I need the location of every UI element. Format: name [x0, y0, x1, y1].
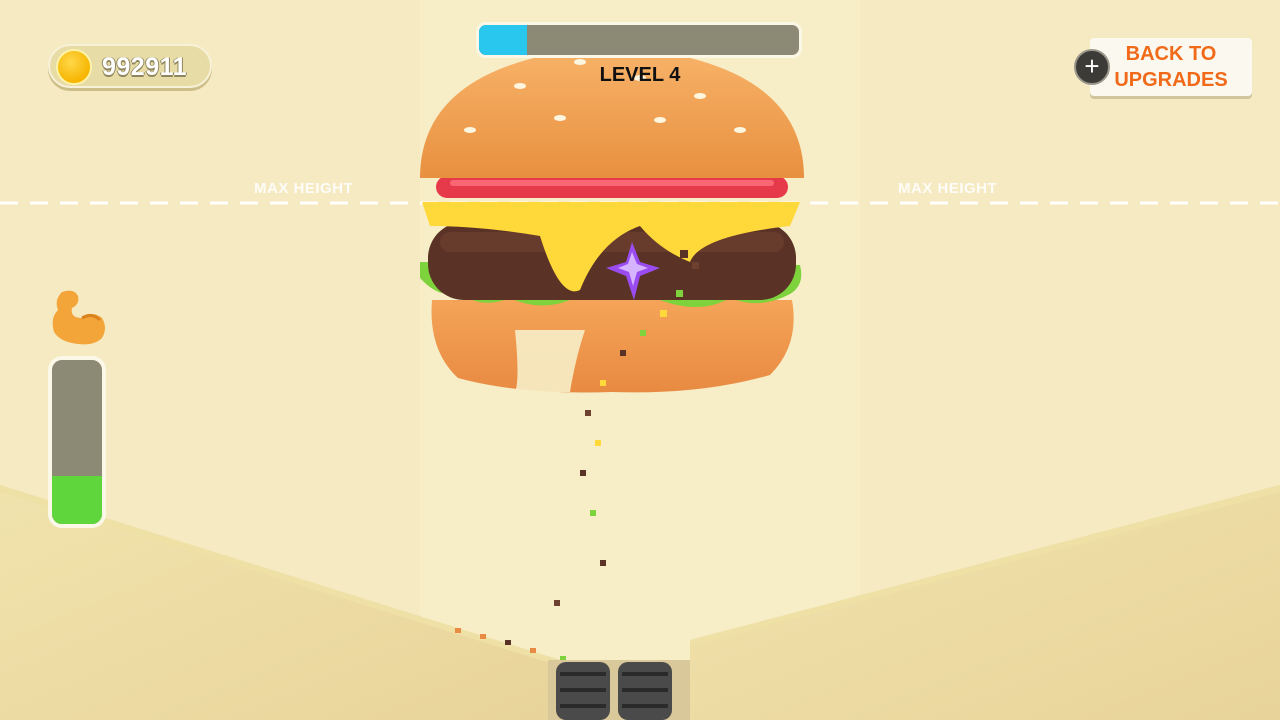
back-button-line2: UPGRADES — [1114, 69, 1228, 91]
coin-icon — [56, 49, 92, 85]
bottom-bun — [431, 300, 794, 393]
back-button-line1: BACK TO — [1125, 43, 1217, 65]
game-scene — [0, 0, 1280, 720]
burger — [420, 46, 804, 393]
max-height-label-right: MAX HEIGHT — [898, 180, 998, 197]
power-meter — [48, 356, 106, 528]
level-label: LEVEL 4 — [599, 64, 681, 86]
level-progress-fill — [479, 25, 527, 55]
plus-icon[interactable]: + — [1074, 49, 1110, 85]
tomato — [436, 176, 788, 198]
coin-counter: 992911 — [48, 44, 212, 88]
back-to-upgrades-button[interactable]: BACK TO UPGRADES — [1090, 38, 1252, 96]
power-meter-fill — [52, 476, 102, 524]
coin-amount: 992911 — [102, 53, 188, 81]
max-height-label-left: MAX HEIGHT — [254, 180, 354, 197]
muscle-icon — [52, 290, 105, 345]
grinder-icon — [548, 660, 690, 720]
level-progress-bar — [476, 22, 802, 58]
